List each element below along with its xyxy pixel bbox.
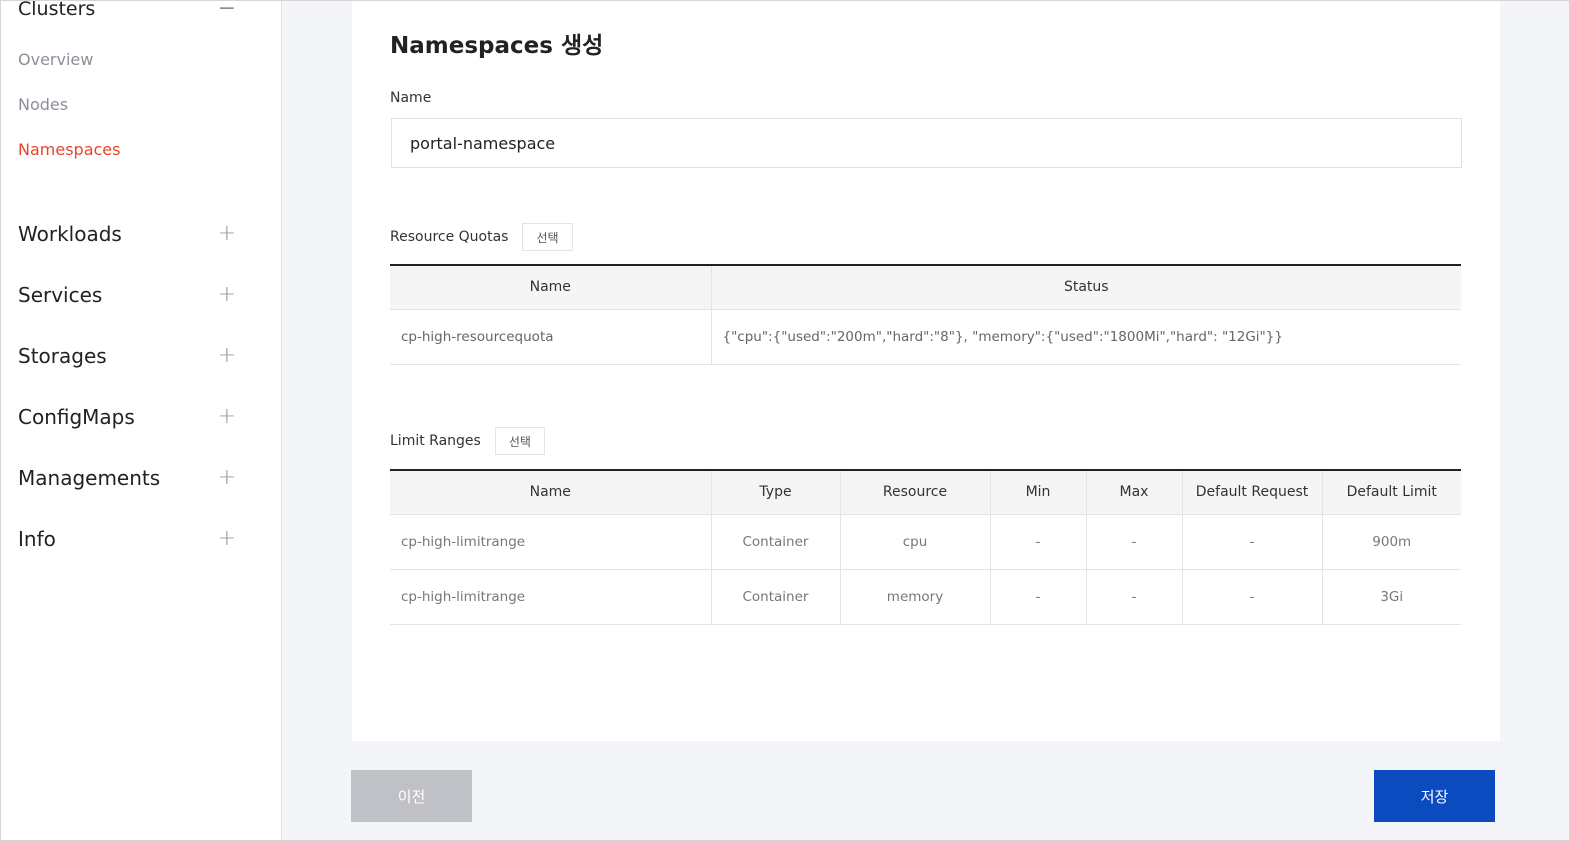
limit-name-cell: cp-high-limitrange: [390, 514, 712, 570]
expand-icon[interactable]: +: [218, 467, 236, 489]
content-panel: Namespaces 생성 Name Resource Quotas 선택 Na…: [352, 0, 1500, 741]
namespace-name-input[interactable]: [391, 118, 1462, 168]
table-row[interactable]: cp-high-limitrange Container cpu - - - 9…: [390, 514, 1461, 570]
name-label: Name: [390, 90, 432, 106]
table-row[interactable]: cp-high-limitrange Container memory - - …: [390, 569, 1461, 625]
resource-quotas-label: Resource Quotas: [390, 229, 509, 245]
sidebar-group-label: Services: [18, 283, 103, 307]
sidebar-group-workloads[interactable]: Workloads +: [18, 219, 236, 249]
expand-icon[interactable]: +: [218, 528, 236, 550]
limit-resource-cell: memory: [840, 569, 991, 625]
limit-default-limit-cell: 900m: [1322, 514, 1461, 570]
prev-button[interactable]: 이전: [351, 770, 472, 822]
limit-ranges-label: Limit Ranges: [390, 433, 481, 449]
sidebar-group-services[interactable]: Services +: [18, 280, 236, 310]
limit-name-cell: cp-high-limitrange: [390, 569, 712, 625]
table-header-row: Name Type Resource Min Max Default Reque…: [390, 470, 1461, 515]
limit-type-cell: Container: [711, 569, 841, 625]
sidebar-item-overview[interactable]: Overview: [18, 50, 93, 69]
sidebar-group-label: ConfigMaps: [18, 405, 135, 429]
sidebar-group-label: Managements: [18, 466, 161, 490]
limit-ranges-header: Limit Ranges 선택: [390, 427, 545, 455]
sidebar-group-clusters[interactable]: Clusters −: [18, 0, 236, 24]
sidebar-group-storages[interactable]: Storages +: [18, 341, 236, 371]
sidebar: Clusters − Overview Nodes Namespaces Wor…: [0, 0, 282, 841]
resource-quotas-select-button[interactable]: 선택: [522, 223, 573, 251]
column-header: Default Request: [1182, 470, 1323, 515]
sidebar-group-label: Info: [18, 527, 56, 551]
quota-status-cell: {"cpu":{"used":"200m","hard":"8"}, "memo…: [711, 309, 1461, 365]
limit-ranges-select-button[interactable]: 선택: [494, 427, 545, 455]
page-title: Namespaces 생성: [390, 33, 604, 59]
limit-min-cell: -: [990, 569, 1087, 625]
quota-name-cell: cp-high-resourcequota: [390, 309, 712, 365]
sidebar-group-managements[interactable]: Managements +: [18, 463, 236, 493]
sidebar-group-label: Storages: [18, 344, 107, 368]
limit-default-limit-cell: 3Gi: [1322, 569, 1461, 625]
limit-ranges-table: Name Type Resource Min Max Default Reque…: [390, 469, 1461, 625]
sidebar-group-configmaps[interactable]: ConfigMaps +: [18, 402, 236, 432]
resource-quotas-table: Name Status cp-high-resourcequota {"cpu"…: [390, 264, 1461, 365]
resource-quotas-header: Resource Quotas 선택: [390, 223, 573, 251]
save-button[interactable]: 저장: [1374, 770, 1495, 822]
limit-default-request-cell: -: [1182, 514, 1323, 570]
limit-max-cell: -: [1086, 569, 1183, 625]
sidebar-group-info[interactable]: Info +: [18, 524, 236, 554]
expand-icon[interactable]: +: [218, 223, 236, 245]
sidebar-group-label: Clusters: [18, 0, 96, 20]
column-header: Name: [390, 265, 712, 310]
column-header: Min: [990, 470, 1087, 515]
sidebar-item-namespaces[interactable]: Namespaces: [18, 140, 120, 159]
column-header: Type: [711, 470, 841, 515]
table-header-row: Name Status: [390, 265, 1461, 310]
column-header: Name: [390, 470, 712, 515]
column-header: Status: [711, 265, 1461, 310]
limit-default-request-cell: -: [1182, 569, 1323, 625]
limit-type-cell: Container: [711, 514, 841, 570]
collapse-icon[interactable]: −: [218, 0, 236, 20]
expand-icon[interactable]: +: [218, 345, 236, 367]
sidebar-item-nodes[interactable]: Nodes: [18, 95, 68, 114]
expand-icon[interactable]: +: [218, 284, 236, 306]
expand-icon[interactable]: +: [218, 406, 236, 428]
table-row[interactable]: cp-high-resourcequota {"cpu":{"used":"20…: [390, 309, 1461, 365]
limit-max-cell: -: [1086, 514, 1183, 570]
limit-resource-cell: cpu: [840, 514, 991, 570]
limit-min-cell: -: [990, 514, 1087, 570]
sidebar-group-label: Workloads: [18, 222, 122, 246]
column-header: Max: [1086, 470, 1183, 515]
column-header: Resource: [840, 470, 991, 515]
column-header: Default Limit: [1322, 470, 1461, 515]
